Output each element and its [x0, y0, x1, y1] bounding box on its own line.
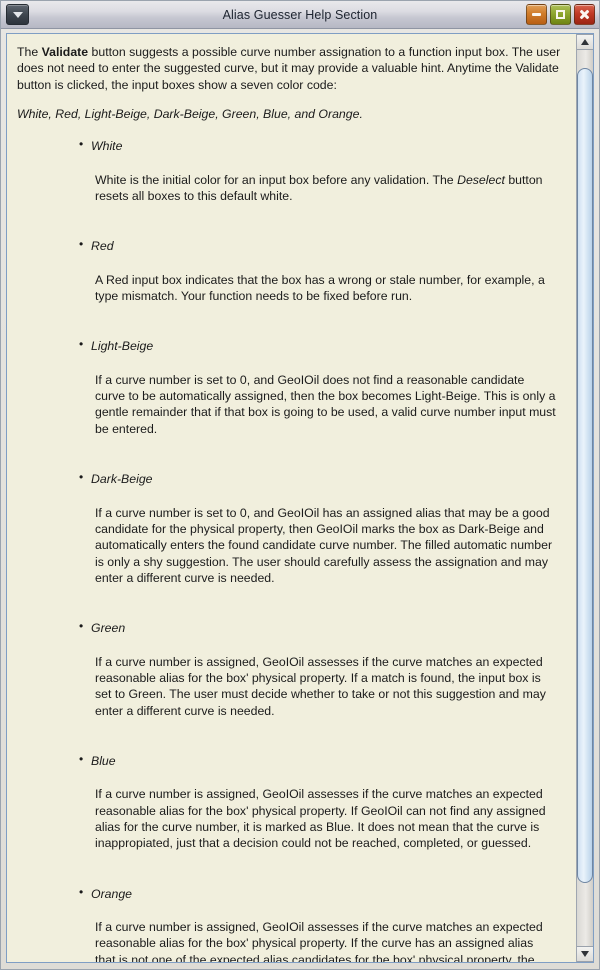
- color-term-dark-beige: Dark-Beige: [79, 470, 564, 487]
- list-item-white: White White is the initial color for an …: [79, 137, 564, 205]
- help-window: Alias Guesser Help Section The Validate …: [0, 0, 600, 970]
- help-text-content: The Validate button suggests a possible …: [7, 34, 576, 962]
- triangle-up-icon: [581, 39, 589, 45]
- window-titlebar[interactable]: Alias Guesser Help Section: [1, 1, 599, 29]
- list-item-dark-beige: Dark-Beige If a curve number is set to 0…: [79, 470, 564, 586]
- maximize-button[interactable]: [550, 4, 571, 25]
- triangle-down-icon: [581, 951, 589, 957]
- color-term-green: Green: [79, 619, 564, 636]
- color-desc-white: White is the initial color for an input …: [95, 172, 556, 205]
- intro-text-before: The: [17, 45, 42, 59]
- list-item-orange: Orange If a curve number is assigned, Ge…: [79, 885, 564, 962]
- color-desc-light-beige: If a curve number is set to 0, and GeoIO…: [95, 372, 556, 436]
- close-button[interactable]: [574, 4, 595, 25]
- window-title: Alias Guesser Help Section: [222, 7, 378, 22]
- list-item-light-beige: Light-Beige If a curve number is set to …: [79, 337, 564, 437]
- system-menu-button[interactable]: [6, 4, 29, 25]
- color-desc-green: If a curve number is assigned, GeoIOil a…: [95, 654, 546, 718]
- chevron-down-icon: [12, 11, 23, 18]
- color-desc-orange: If a curve number is assigned, GeoIOil a…: [95, 920, 543, 962]
- scrollbar-thumb[interactable]: [577, 67, 593, 884]
- help-scroll-pane: The Validate button suggests a possible …: [6, 33, 594, 963]
- deselect-keyword: Deselect: [457, 172, 505, 187]
- scroll-up-button[interactable]: [577, 34, 593, 50]
- scroll-down-button[interactable]: [577, 946, 593, 962]
- maximize-icon: [556, 10, 565, 19]
- list-item-green: Green If a curve number is assigned, Geo…: [79, 619, 564, 719]
- scrollbar-track[interactable]: [577, 50, 593, 946]
- minimize-button[interactable]: [526, 4, 547, 25]
- color-term-red: Red: [79, 237, 564, 254]
- minimize-icon: [532, 13, 541, 16]
- intro-paragraph: The Validate button suggests a possible …: [17, 44, 564, 93]
- window-controls: [526, 4, 595, 25]
- intro-text-after: button suggests a possible curve number …: [17, 45, 561, 92]
- color-desc-dark-beige: If a curve number is set to 0, and GeoIO…: [95, 505, 553, 585]
- color-desc-red: A Red input box indicates that the box h…: [95, 272, 545, 304]
- vertical-scrollbar[interactable]: [576, 34, 593, 962]
- validate-keyword: Validate: [41, 45, 89, 59]
- color-term-blue: Blue: [79, 752, 564, 769]
- color-term-orange: Orange: [79, 885, 564, 902]
- window-body: The Validate button suggests a possible …: [1, 29, 599, 969]
- color-desc-blue: If a curve number is assigned, GeoIOil a…: [95, 787, 546, 851]
- white-desc-before: White is the initial color for an input …: [95, 172, 458, 187]
- color-term-white: White: [79, 137, 564, 154]
- close-icon: [579, 9, 590, 20]
- list-item-red: Red A Red input box indicates that the b…: [79, 237, 564, 304]
- color-code-summary: White, Red, Light-Beige, Dark-Beige, Gre…: [17, 107, 363, 122]
- color-code-list: White White is the initial color for an …: [17, 137, 564, 962]
- list-item-blue: Blue If a curve number is assigned, GeoI…: [79, 752, 564, 852]
- color-term-light-beige: Light-Beige: [79, 337, 564, 354]
